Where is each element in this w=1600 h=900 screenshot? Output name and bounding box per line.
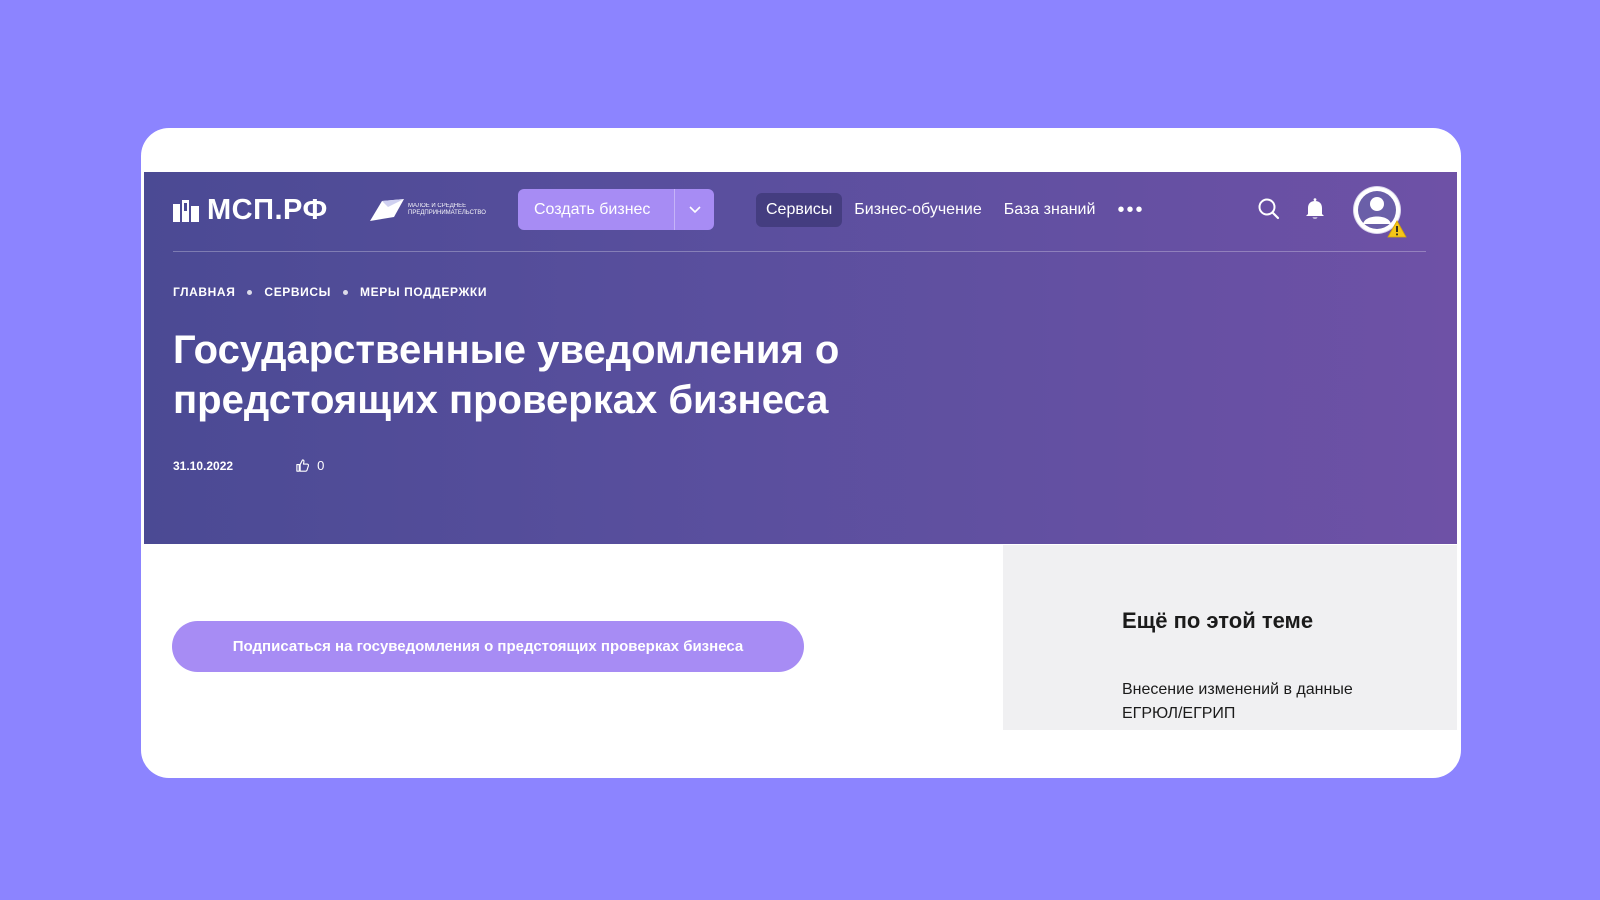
breadcrumb-home[interactable]: ГЛАВНАЯ xyxy=(173,285,235,299)
more-menu-button[interactable]: ••• xyxy=(1107,199,1154,222)
chevron-down-icon[interactable] xyxy=(674,189,714,230)
create-business-button[interactable]: Создать бизнес xyxy=(518,189,714,230)
related-topics-title: Ещё по этой теме xyxy=(1122,608,1314,633)
nav-item-business-education[interactable]: Бизнес-обучение xyxy=(844,193,991,227)
site-logo[interactable]: МСП.РФ xyxy=(173,194,328,227)
nav-divider xyxy=(173,251,1426,252)
flag-icon xyxy=(370,199,404,221)
user-avatar[interactable] xyxy=(1353,186,1407,238)
bell-icon[interactable] xyxy=(1302,196,1328,222)
related-topics-panel: Ещё по этой теме Внесение изменений в да… xyxy=(1003,545,1457,730)
breadcrumb-separator xyxy=(343,289,349,295)
msp-badge: МАЛОЕ И СРЕДНЕЕ ПРЕДПРИНИМАТЕЛЬСТВО xyxy=(368,197,496,223)
like-button[interactable]: 0 xyxy=(295,458,324,473)
create-business-label[interactable]: Создать бизнес xyxy=(518,189,674,230)
hero-banner: МСП.РФ МАЛОЕ И СРЕДНЕЕ ПРЕДПРИНИМАТЕЛЬСТ… xyxy=(144,172,1457,544)
breadcrumb: ГЛАВНАЯ СЕРВИСЫ МЕРЫ ПОДДЕРЖКИ xyxy=(173,285,487,299)
badge-text: МАЛОЕ И СРЕДНЕЕ ПРЕДПРИНИМАТЕЛЬСТВО xyxy=(408,203,486,216)
like-count: 0 xyxy=(317,458,325,473)
nav-item-knowledge-base[interactable]: База знаний xyxy=(994,193,1106,227)
subscribe-button[interactable]: Подписаться на госуведомления о предстоя… xyxy=(172,621,804,672)
breadcrumb-support-measures[interactable]: МЕРЫ ПОДДЕРЖКИ xyxy=(360,285,487,299)
top-navigation: МСП.РФ МАЛОЕ И СРЕДНЕЕ ПРЕДПРИНИМАТЕЛЬСТ… xyxy=(144,172,1457,252)
related-topic-link[interactable]: Внесение изменений в данные ЕГРЮЛ/ЕГРИП xyxy=(1122,678,1402,726)
breadcrumb-services[interactable]: СЕРВИСЫ xyxy=(264,285,331,299)
nav-item-services[interactable]: Сервисы xyxy=(756,193,843,227)
page-card: МСП.РФ МАЛОЕ И СРЕДНЕЕ ПРЕДПРИНИМАТЕЛЬСТ… xyxy=(141,128,1461,778)
logo-text: МСП.РФ xyxy=(207,194,328,226)
logo-mark-icon xyxy=(173,199,199,222)
main-nav: Сервисы Бизнес-обучение База знаний ••• xyxy=(756,193,1154,227)
page-title: Государственные уведомления о предстоящи… xyxy=(173,328,840,422)
warning-icon xyxy=(1387,220,1407,238)
thumbs-up-icon xyxy=(296,459,310,472)
breadcrumb-separator xyxy=(247,289,253,295)
article-meta: 31.10.2022 0 xyxy=(173,458,324,473)
publish-date: 31.10.2022 xyxy=(173,458,234,473)
search-icon[interactable] xyxy=(1256,196,1282,222)
